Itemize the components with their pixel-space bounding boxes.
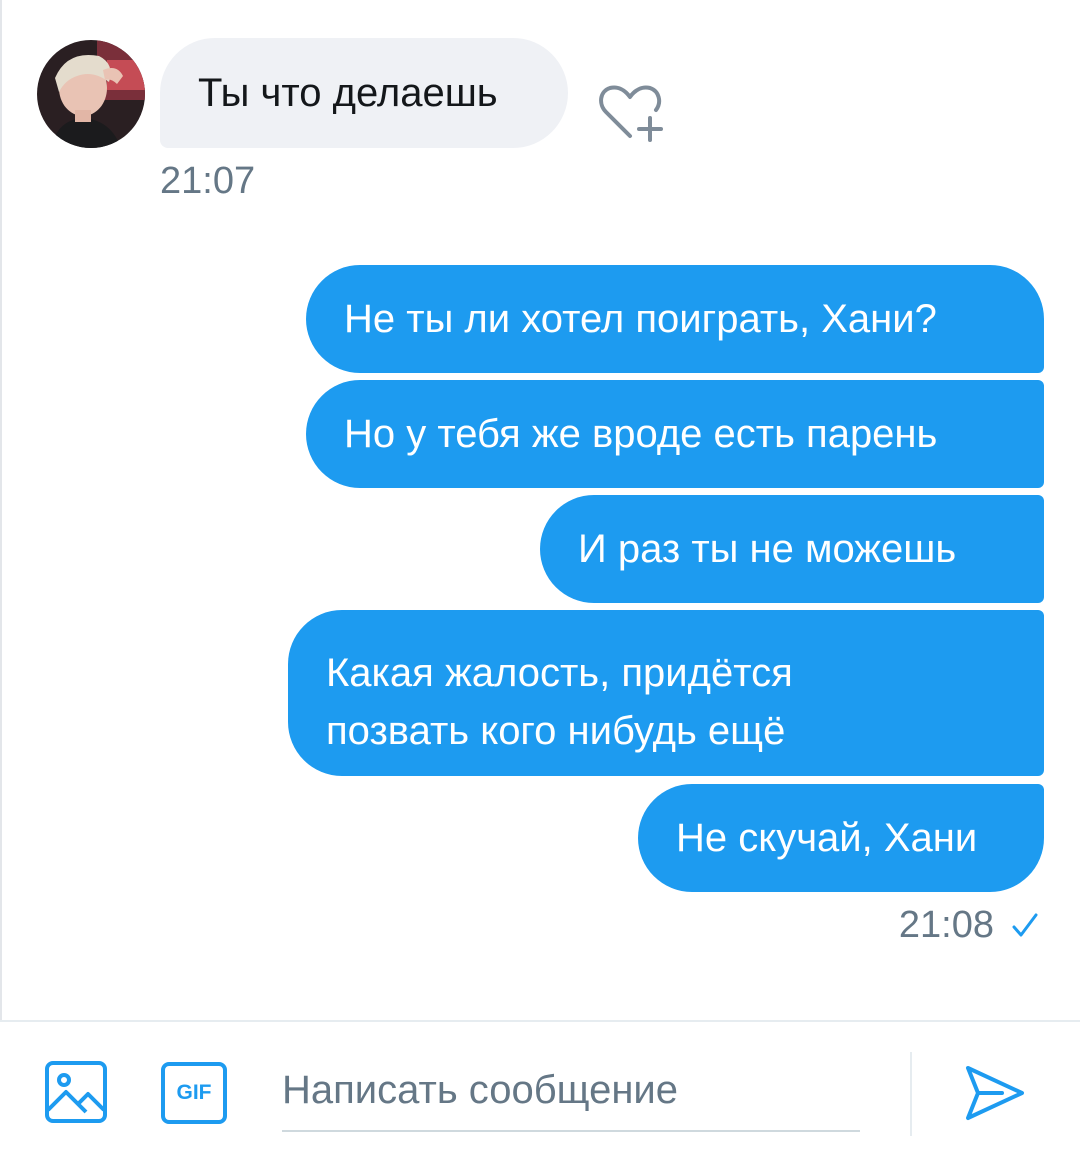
incoming-message-text: Ты что делаешь (198, 71, 498, 115)
outgoing-message-bubble[interactable]: Не ты ли хотел поиграть, Хани? (306, 265, 1044, 373)
gif-button[interactable]: GIF (161, 1062, 227, 1124)
outgoing-message-bubble[interactable]: Но у тебя же вроде есть парень (306, 380, 1044, 488)
outgoing-timestamp-row: 21:08 (899, 904, 1040, 947)
outgoing-message-text: Не ты ли хотел поиграть, Хани? (344, 297, 937, 341)
avatar[interactable] (37, 40, 145, 148)
incoming-timestamp: 21:07 (160, 160, 256, 202)
gif-label: GIF (176, 1081, 212, 1104)
dm-conversation: Ты что делаешь 21:07 Не ты ли хотел поиг… (0, 0, 1080, 1156)
outgoing-message-text: И раз ты не можешь (578, 527, 957, 571)
outgoing-message-bubble[interactable]: Не скучай, Хани (638, 784, 1044, 892)
heart-plus-icon[interactable] (596, 82, 668, 144)
image-icon[interactable] (44, 1060, 108, 1124)
outgoing-message-bubble[interactable]: Какая жалость, придётся позвать кого ниб… (288, 610, 1044, 776)
outgoing-message-bubble[interactable]: И раз ты не можешь (540, 495, 1044, 603)
message-input[interactable] (282, 1050, 860, 1132)
sent-check-icon (1012, 913, 1038, 936)
composer-divider (0, 1020, 1080, 1022)
incoming-message-bubble[interactable]: Ты что делаешь (160, 38, 568, 148)
outgoing-message-text: Не скучай, Хани (676, 816, 978, 860)
outgoing-timestamp: 21:08 (898, 904, 994, 946)
outgoing-message-text-line1: Какая жалость, придётся (326, 651, 793, 695)
outgoing-message-text: Но у тебя же вроде есть парень (344, 412, 938, 456)
outgoing-message-text-line2: позвать кого нибудь ещё (326, 709, 786, 753)
send-icon[interactable] (962, 1060, 1028, 1126)
send-divider (910, 1052, 912, 1136)
left-edge-divider (0, 0, 2, 1020)
